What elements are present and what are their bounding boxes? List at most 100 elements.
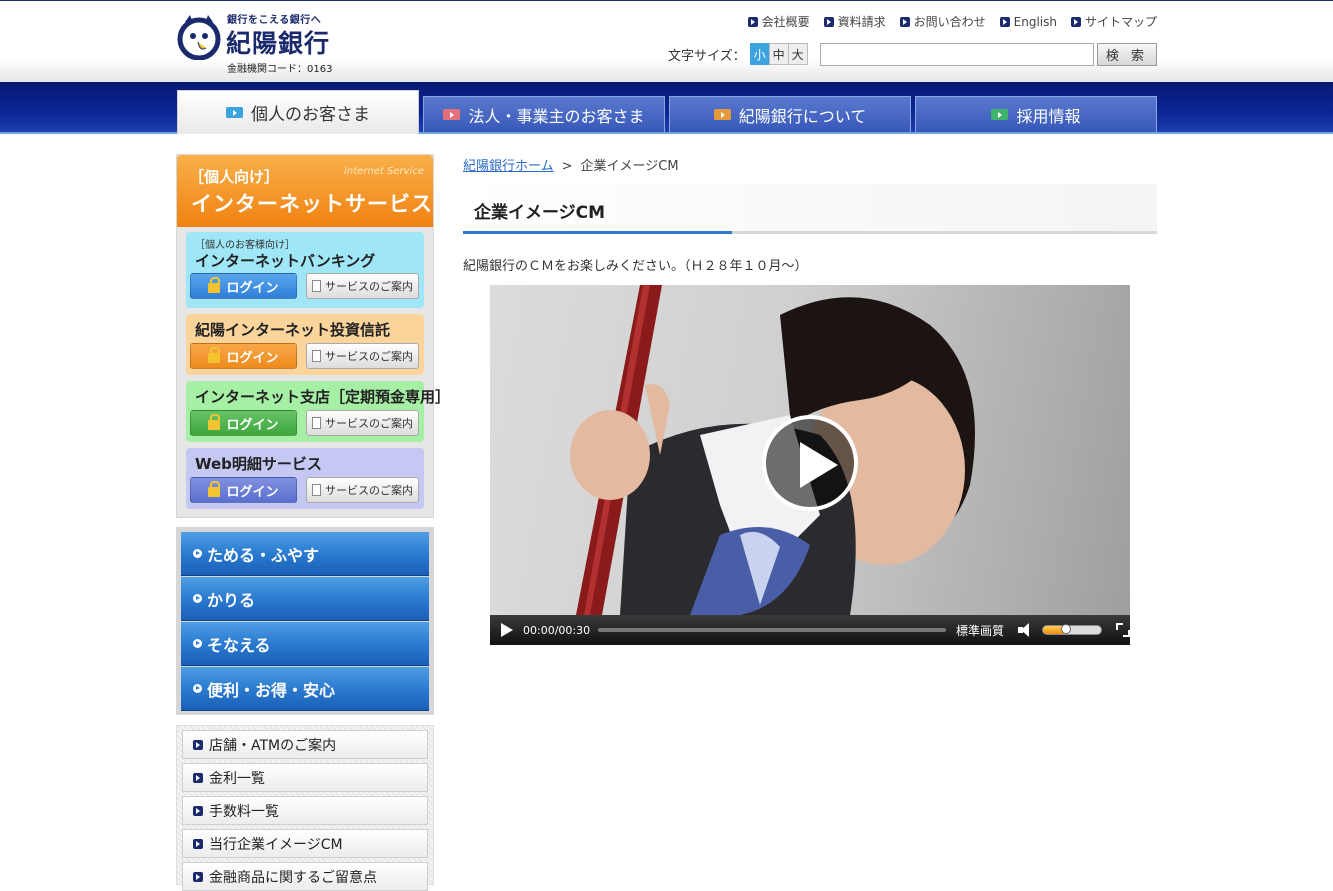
logo[interactable]: 銀行をこえる銀行へ 紀陽銀行 金融機関コード：0163 — [176, 8, 346, 75]
document-icon — [312, 350, 321, 362]
logo-name: 紀陽銀行 — [226, 29, 331, 58]
service-guide-button[interactable]: サービスのご案内 — [306, 343, 419, 369]
sidebar-link-branch-atm[interactable]: 店舗・ATMのご案内 — [182, 730, 428, 759]
arrow-circle-icon — [193, 549, 202, 558]
login-button[interactable]: ログイン — [190, 273, 297, 299]
lock-icon — [208, 414, 221, 430]
breadcrumb-current: 企業イメージCM — [580, 159, 679, 174]
header: 銀行をこえる銀行へ 紀陽銀行 金融機関コード：0163 会社概要 資料請求 お問… — [0, 0, 1333, 82]
service-title: インターネット支店［定期預金専用］ — [195, 388, 451, 406]
internet-service-header: Internet Service ［個人向け］ インターネットサービス — [177, 155, 433, 227]
login-button[interactable]: ログイン — [190, 410, 297, 436]
lock-icon — [208, 481, 221, 497]
breadcrumb: 紀陽銀行ホーム > 企業イメージCM — [463, 155, 679, 174]
service-guide-button[interactable]: サービスのご案内 — [306, 477, 419, 503]
service-pre-label: ［個人のお客様向け］ — [195, 240, 295, 251]
global-nav: 個人のお客さま 法人・事業主のお客さま 紀陽銀行について 採用情報 — [0, 82, 1333, 134]
font-size-medium-button[interactable]: 中 — [768, 43, 789, 65]
kiyo-logo-icon — [177, 15, 221, 60]
font-size-large-button[interactable]: 大 — [787, 43, 808, 65]
internet-service-title2: インターネットサービス — [191, 192, 433, 216]
service-title: Web明細サービス — [195, 455, 322, 473]
sidebar-links: 店舗・ATMのご案内 金利一覧 手数料一覧 当行企業イメージCM 金融商品に関す… — [176, 725, 434, 891]
service-title: 紀陽インターネット投資信託 — [195, 321, 391, 339]
util-link-sitemap[interactable]: サイトマップ — [1070, 13, 1157, 30]
lock-icon — [208, 277, 221, 293]
arrow-tab-icon — [226, 107, 243, 118]
tab-about[interactable]: 紀陽銀行について — [669, 96, 911, 132]
tab-personal[interactable]: 個人のお客さま — [177, 90, 419, 134]
arrow-bullet-icon — [899, 16, 910, 27]
breadcrumb-separator: > — [561, 159, 573, 174]
service-web-statement: Web明細サービス ログイン サービスのご案内 — [186, 448, 424, 509]
service-internet-banking: ［個人のお客様向け］ インターネットバンキング ログイン サービスのご案内 — [186, 232, 424, 308]
volume-icon[interactable] — [1018, 623, 1036, 637]
play-overlay-button[interactable] — [762, 415, 858, 511]
util-link-contact[interactable]: お問い合わせ — [899, 13, 986, 30]
arrow-circle-icon — [193, 594, 202, 603]
document-icon — [312, 280, 321, 292]
arrow-tab-icon — [443, 109, 461, 120]
video-controls: 00:00/00:30 標準画質 — [490, 615, 1130, 645]
sidebar-link-image-cm[interactable]: 当行企業イメージCM — [182, 829, 428, 858]
search-input[interactable] — [820, 43, 1094, 66]
internet-service-subtitle: Internet Service — [343, 166, 424, 177]
video-player[interactable]: 00:00/00:30 標準画質 — [490, 285, 1130, 645]
quality-selector[interactable]: 標準画質 — [956, 622, 1004, 639]
search-button[interactable]: 検 索 — [1097, 43, 1157, 66]
category-borrow[interactable]: かりる — [181, 577, 429, 621]
font-size-label: 文字サイズ： — [668, 48, 746, 64]
util-link-english[interactable]: English — [999, 13, 1057, 30]
login-button[interactable]: ログイン — [190, 477, 297, 503]
lock-icon — [208, 347, 221, 363]
play-icon[interactable] — [500, 623, 514, 637]
arrow-tab-icon — [991, 109, 1009, 120]
service-investment-trust: 紀陽インターネット投資信託 ログイン サービスのご案内 — [186, 314, 424, 375]
service-guide-button[interactable]: サービスのご案内 — [306, 273, 419, 299]
document-icon — [312, 417, 321, 429]
category-prepare[interactable]: そなえる — [181, 622, 429, 666]
internet-service-box: Internet Service ［個人向け］ インターネットサービス ［個人の… — [176, 154, 450, 518]
arrow-bullet-icon — [193, 871, 203, 882]
tab-recruit[interactable]: 採用情報 — [915, 96, 1157, 132]
document-icon — [312, 484, 321, 496]
arrow-bullet-icon — [193, 805, 203, 816]
volume-knob[interactable] — [1061, 624, 1072, 634]
category-convenience[interactable]: 便利・お得・安心 — [181, 667, 429, 711]
category-save-grow[interactable]: ためる・ふやす — [181, 532, 429, 576]
login-button[interactable]: ログイン — [190, 343, 297, 369]
util-link-brochure[interactable]: 資料請求 — [823, 13, 886, 30]
category-menu: ためる・ふやす かりる そなえる 便利・お得・安心 — [176, 527, 434, 715]
util-link-company[interactable]: 会社概要 — [747, 13, 810, 30]
font-size-switcher: 文字サイズ： 小 中 大 — [668, 43, 808, 65]
breadcrumb-home-link[interactable]: 紀陽銀行ホーム — [463, 159, 554, 174]
arrow-circle-icon — [193, 684, 202, 693]
arrow-bullet-icon — [193, 838, 203, 849]
internet-service-title1: ［個人向け］ — [189, 168, 280, 186]
arrow-bullet-icon — [747, 16, 758, 27]
arrow-bullet-icon — [193, 772, 203, 783]
service-internet-branch: インターネット支店［定期預金専用］ ログイン サービスのご案内 — [186, 381, 450, 442]
page-title: 企業イメージCM — [474, 203, 606, 223]
arrow-bullet-icon — [999, 16, 1010, 27]
volume-slider[interactable] — [1042, 624, 1103, 635]
arrow-tab-icon — [713, 109, 731, 120]
arrow-bullet-icon — [823, 16, 834, 27]
arrow-circle-icon — [193, 639, 202, 648]
font-size-small-button[interactable]: 小 — [749, 43, 770, 65]
arrow-bullet-icon — [193, 739, 203, 750]
seek-bar[interactable] — [598, 628, 947, 632]
video-time: 00:00/00:30 — [523, 623, 591, 637]
intro-text: 紀陽銀行のＣＭをお楽しみください。（Ｈ２８年１０月～） — [463, 259, 808, 274]
utility-links: 会社概要 資料請求 お問い合わせ English サイトマップ — [747, 13, 1157, 30]
fullscreen-icon[interactable] — [1116, 623, 1130, 637]
sidebar-link-product-notes[interactable]: 金融商品に関するご留意点 — [182, 862, 428, 891]
sidebar: Internet Service ［個人向け］ インターネットサービス ［個人の… — [176, 154, 450, 891]
bank-code: 金融機関コード：0163 — [227, 64, 333, 75]
tab-corporate[interactable]: 法人・事業主のお客さま — [423, 96, 665, 132]
arrow-bullet-icon — [1070, 16, 1081, 27]
service-title: インターネットバンキング — [195, 252, 376, 270]
sidebar-link-fees[interactable]: 手数料一覧 — [182, 796, 428, 825]
service-guide-button[interactable]: サービスのご案内 — [306, 410, 419, 436]
sidebar-link-interest-rates[interactable]: 金利一覧 — [182, 763, 428, 792]
